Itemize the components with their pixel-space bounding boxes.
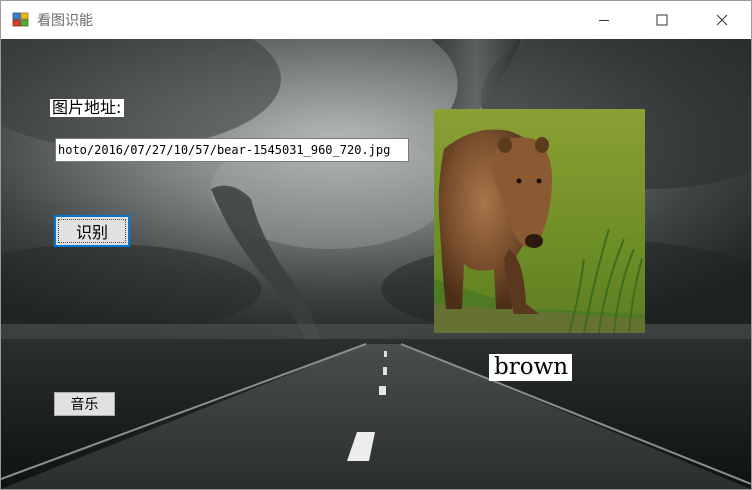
music-button-label: 音乐 (70, 397, 99, 413)
image-url-value: hoto/2016/07/27/10/57/bear-1545031_960_7… (58, 143, 391, 157)
bear-picture (434, 109, 645, 333)
title-bar[interactable]: 看图识能 (1, 1, 751, 39)
form-client-area: 图片地址: hoto/2016/07/27/10/57/bear-1545031… (1, 39, 751, 489)
recognize-button-label: 识别 (75, 223, 108, 242)
maximize-icon (656, 14, 668, 26)
recognize-button[interactable]: 识别 (54, 215, 130, 247)
minimize-icon (599, 20, 609, 21)
close-icon (716, 14, 728, 26)
image-url-input[interactable]: hoto/2016/07/27/10/57/bear-1545031_960_7… (55, 138, 409, 162)
app-icon (12, 12, 29, 27)
app-window: 看图识能 图片地址: hoto/2016/07/27/10/57/bear-15… (0, 0, 752, 490)
result-label: brown (489, 354, 573, 381)
minimize-button[interactable] (575, 1, 633, 39)
window-title: 看图识能 (37, 13, 93, 29)
close-button[interactable] (693, 1, 751, 39)
music-button[interactable]: 音乐 (54, 392, 115, 416)
maximize-button[interactable] (633, 1, 691, 39)
image-address-label: 图片地址: (50, 99, 125, 117)
